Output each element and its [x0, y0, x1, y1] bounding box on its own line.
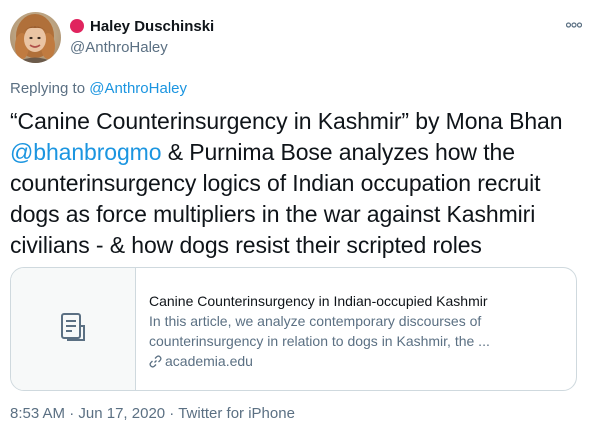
link-preview-card[interactable]: Canine Counterinsurgency in Indian-occup…: [10, 267, 577, 391]
card-description-line2: counterinsurgency in relation to dogs in…: [149, 333, 490, 349]
reply-handle-link[interactable]: @AnthroHaley: [89, 80, 187, 97]
replying-to: Replying to @AnthroHaley: [10, 80, 187, 97]
tweet-header: Haley Duschinski @AnthroHaley: [10, 12, 585, 64]
document-icon: [60, 312, 86, 347]
card-description-line1: In this article, we analyze contemporary…: [149, 313, 482, 329]
author-name-row[interactable]: Haley Duschinski: [70, 15, 214, 37]
author-handle[interactable]: @AnthroHaley: [70, 39, 214, 56]
tweet-meta: 8:53 AM · Jun 17, 2020 · Twitter for iPh…: [10, 405, 295, 422]
red-circle-icon: [70, 19, 84, 33]
tweet-text: “Canine Counterinsurgency in Kashmir” by…: [10, 106, 590, 261]
more-options-icon[interactable]: [563, 14, 585, 36]
card-media: [11, 268, 136, 390]
card-domain: academia.edu: [149, 351, 564, 371]
replying-to-label: Replying to: [10, 80, 90, 97]
mention-link[interactable]: @bhanbrogmo: [10, 139, 162, 165]
tweet-date[interactable]: Jun 17, 2020: [78, 405, 165, 422]
card-body: Canine Counterinsurgency in Indian-occup…: [136, 268, 576, 390]
author-info: Haley Duschinski @AnthroHaley: [70, 15, 214, 56]
meta-separator-2: ·: [165, 405, 179, 422]
card-title: Canine Counterinsurgency in Indian-occup…: [149, 293, 488, 309]
tweet-source[interactable]: Twitter for iPhone: [178, 405, 295, 422]
tweet: Haley Duschinski @AnthroHaley Replying t…: [0, 0, 597, 430]
avatar[interactable]: [10, 12, 61, 63]
card-domain-text: academia.edu: [165, 353, 253, 369]
tweet-time[interactable]: 8:53 AM: [10, 405, 65, 422]
tweet-text-part1: “Canine Counterinsurgency in Kashmir” by…: [10, 108, 563, 134]
author-display-name[interactable]: Haley Duschinski: [90, 18, 214, 35]
link-icon: [149, 354, 162, 368]
meta-separator-1: ·: [65, 405, 79, 422]
